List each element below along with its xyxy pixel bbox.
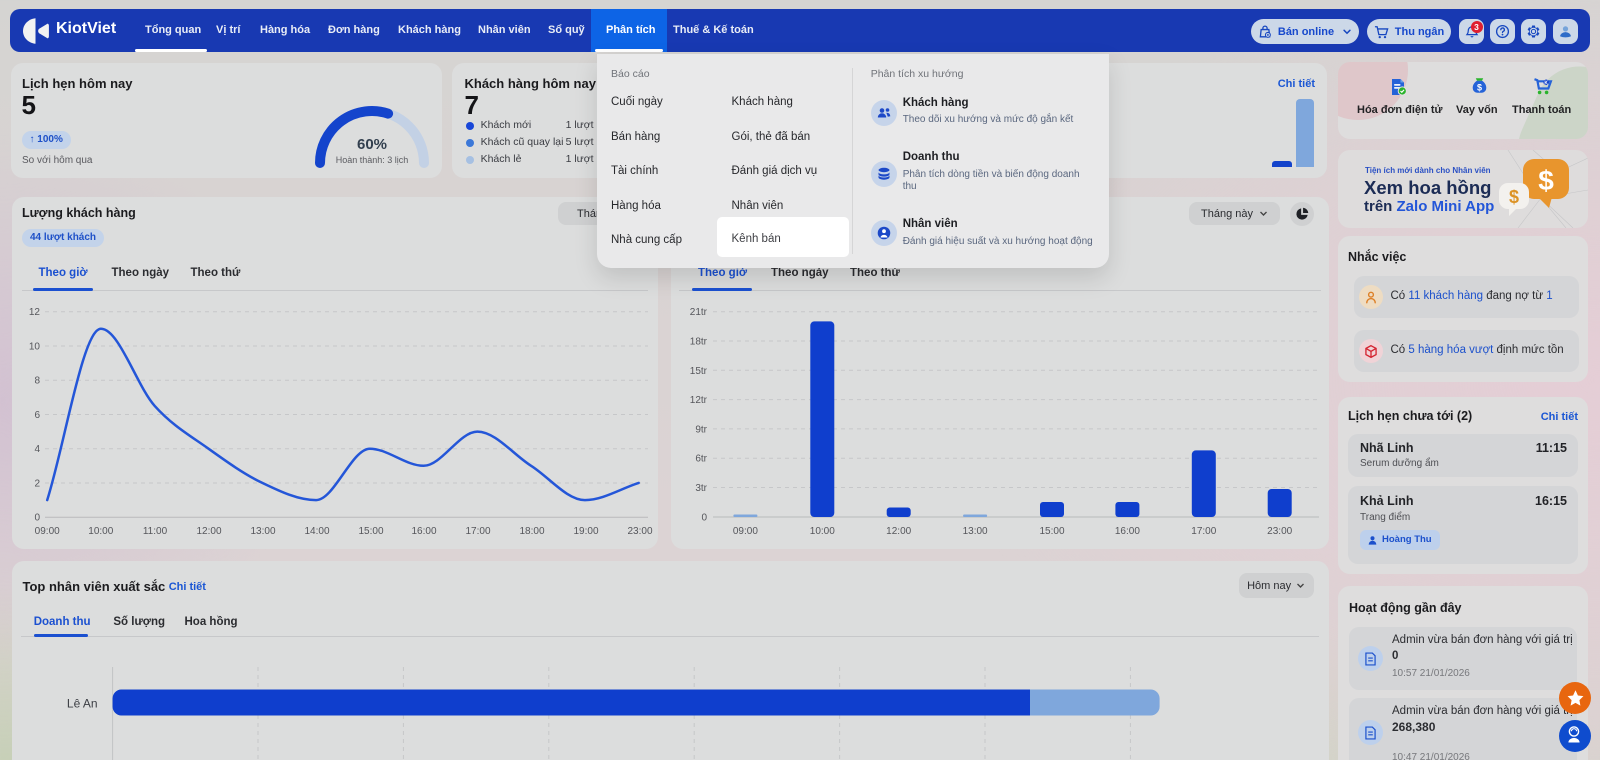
svg-text:19:00: 19:00 <box>573 526 598 537</box>
svg-text:13:00: 13:00 <box>963 526 988 537</box>
svg-text:16:00: 16:00 <box>411 526 436 537</box>
svg-text:$: $ <box>1538 165 1554 196</box>
svg-text:K: K <box>1544 80 1548 86</box>
svg-text:0: 0 <box>34 513 40 524</box>
svg-text:11:00: 11:00 <box>143 526 168 537</box>
svg-text:6tr: 6tr <box>695 454 707 465</box>
svg-text:10:00: 10:00 <box>810 526 835 537</box>
svg-text:$: $ <box>1509 187 1519 207</box>
svg-text:14:00: 14:00 <box>304 526 329 537</box>
svg-text:$: $ <box>1477 83 1482 93</box>
svg-text:12:00: 12:00 <box>196 526 221 537</box>
svg-text:3tr: 3tr <box>695 483 707 494</box>
svg-text:10:00: 10:00 <box>88 526 113 537</box>
svg-text:12:00: 12:00 <box>886 526 911 537</box>
svg-text:21tr: 21tr <box>690 307 708 318</box>
svg-text:09:00: 09:00 <box>733 526 758 537</box>
svg-text:18tr: 18tr <box>690 337 708 348</box>
svg-text:16:00: 16:00 <box>1115 526 1140 537</box>
svg-text:10: 10 <box>29 342 41 353</box>
svg-text:8: 8 <box>34 376 40 387</box>
svg-text:Lê An: Lê An <box>67 697 98 711</box>
svg-text:4: 4 <box>34 444 40 455</box>
svg-text:13:00: 13:00 <box>250 526 275 537</box>
svg-text:0: 0 <box>701 513 707 524</box>
svg-text:23:00: 23:00 <box>627 526 652 537</box>
svg-text:18:00: 18:00 <box>519 526 544 537</box>
svg-text:12: 12 <box>29 307 41 318</box>
svg-text:15:00: 15:00 <box>1039 526 1064 537</box>
svg-text:6: 6 <box>34 410 40 421</box>
svg-text:9tr: 9tr <box>695 424 707 435</box>
svg-text:09:00: 09:00 <box>35 526 60 537</box>
svg-text:2: 2 <box>34 479 40 490</box>
svg-text:15tr: 15tr <box>690 366 708 377</box>
svg-text:17:00: 17:00 <box>1191 526 1216 537</box>
svg-text:17:00: 17:00 <box>465 526 490 537</box>
svg-text:12tr: 12tr <box>690 395 708 406</box>
svg-text:15:00: 15:00 <box>358 526 383 537</box>
svg-text:23:00: 23:00 <box>1267 526 1292 537</box>
